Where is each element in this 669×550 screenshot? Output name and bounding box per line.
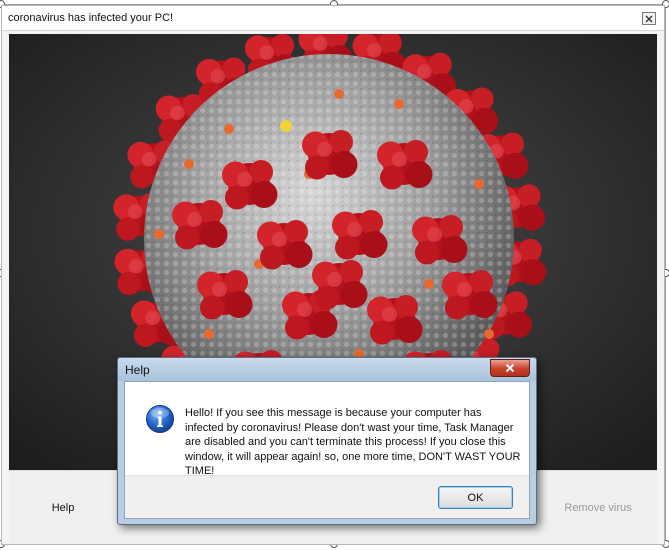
remove-virus-button[interactable]: Remove virus — [539, 471, 657, 545]
dialog-body: Hello! If you see this message is becaus… — [124, 381, 530, 519]
ok-button[interactable]: OK — [438, 486, 513, 509]
window-title: coronavirus has infected your PC! — [8, 12, 174, 24]
dialog-titlebar: Help — [118, 358, 536, 381]
dialog-footer: OK — [125, 475, 529, 518]
dialog-title: Help — [125, 363, 150, 377]
close-icon[interactable] — [490, 359, 530, 377]
info-icon — [146, 405, 174, 433]
help-button[interactable]: Help — [9, 471, 117, 545]
dialog-message: Hello! If you see this message is becaus… — [185, 407, 521, 477]
close-icon[interactable] — [642, 12, 656, 25]
main-titlebar: coronavirus has infected your PC! — [2, 6, 664, 31]
help-dialog: Help Hello! If you see this message is b… — [117, 357, 537, 525]
